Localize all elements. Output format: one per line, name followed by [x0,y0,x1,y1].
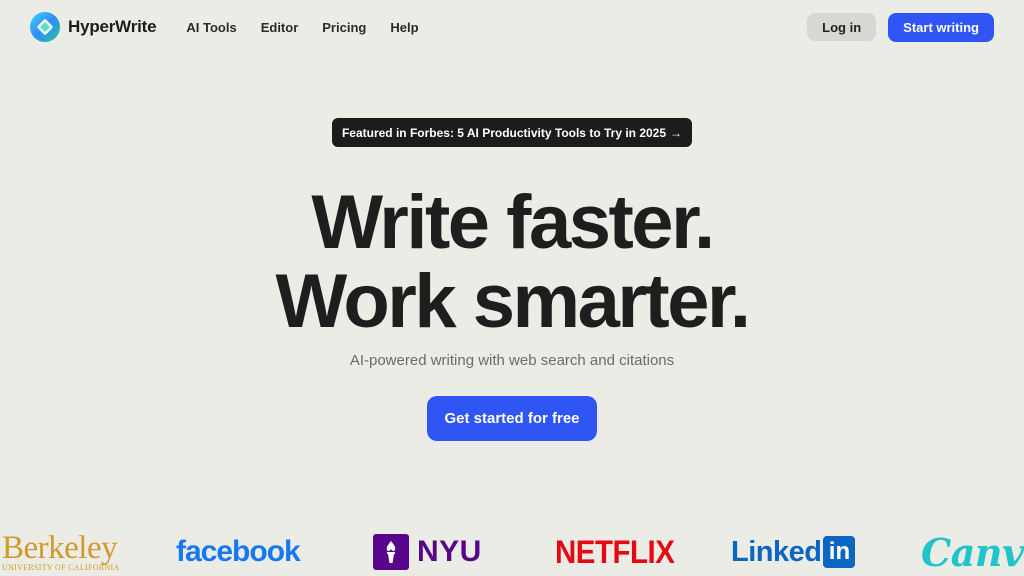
hero-subtitle: AI-powered writing with web search and c… [349,352,675,369]
top-navigation: HyperWrite AI Tools Editor Pricing Help … [0,0,1024,54]
login-button[interactable]: Log in [807,13,877,41]
berkeley-logo: Berkeley UNIVERSITY OF CALIFORNIA [2,528,120,576]
linkedin-logo-text: Linked [731,535,822,568]
nyu-torch-icon [373,534,409,570]
facebook-logo: facebook [176,535,301,568]
customer-logos-strip: Berkeley UNIVERSITY OF CALIFORNIA facebo… [0,528,1024,576]
nav-actions: Log in Start writing [807,12,994,42]
nav-link-editor[interactable]: Editor [261,20,299,35]
berkeley-logo-text: Berkeley [2,529,118,566]
nav-link-pricing[interactable]: Pricing [322,20,366,35]
nav-link-ai-tools[interactable]: AI Tools [186,20,236,35]
brand-logo-link[interactable]: HyperWrite [30,12,157,42]
linkedin-logo: Linked in [731,528,856,576]
nyu-logo-text: NYU [417,535,482,568]
headline-line-2: Work smarter. [275,259,751,344]
nyu-logo: NYU [373,528,482,576]
brand-name: HyperWrite [68,17,157,36]
nav-link-help[interactable]: Help [390,20,418,35]
hyperwrite-logo-icon [30,12,60,42]
forbes-featured-banner[interactable]: Featured in Forbes: 5 AI Productivity To… [332,118,692,147]
get-started-button[interactable]: Get started for free [427,396,597,441]
featured-text: Featured in Forbes: 5 AI Productivity To… [341,125,667,140]
nav-links: AI Tools Editor Pricing Help [186,20,418,35]
linkedin-in-icon: in [823,536,856,568]
netflix-logo: NETFLIX [555,533,675,570]
berkeley-logo-subtext: UNIVERSITY OF CALIFORNIA [2,562,120,572]
arrow-right-icon: → [670,125,683,140]
start-writing-button[interactable]: Start writing [888,12,994,42]
headline-line-1: Write faster. [311,180,715,265]
canva-logo: Canva [921,529,1024,575]
